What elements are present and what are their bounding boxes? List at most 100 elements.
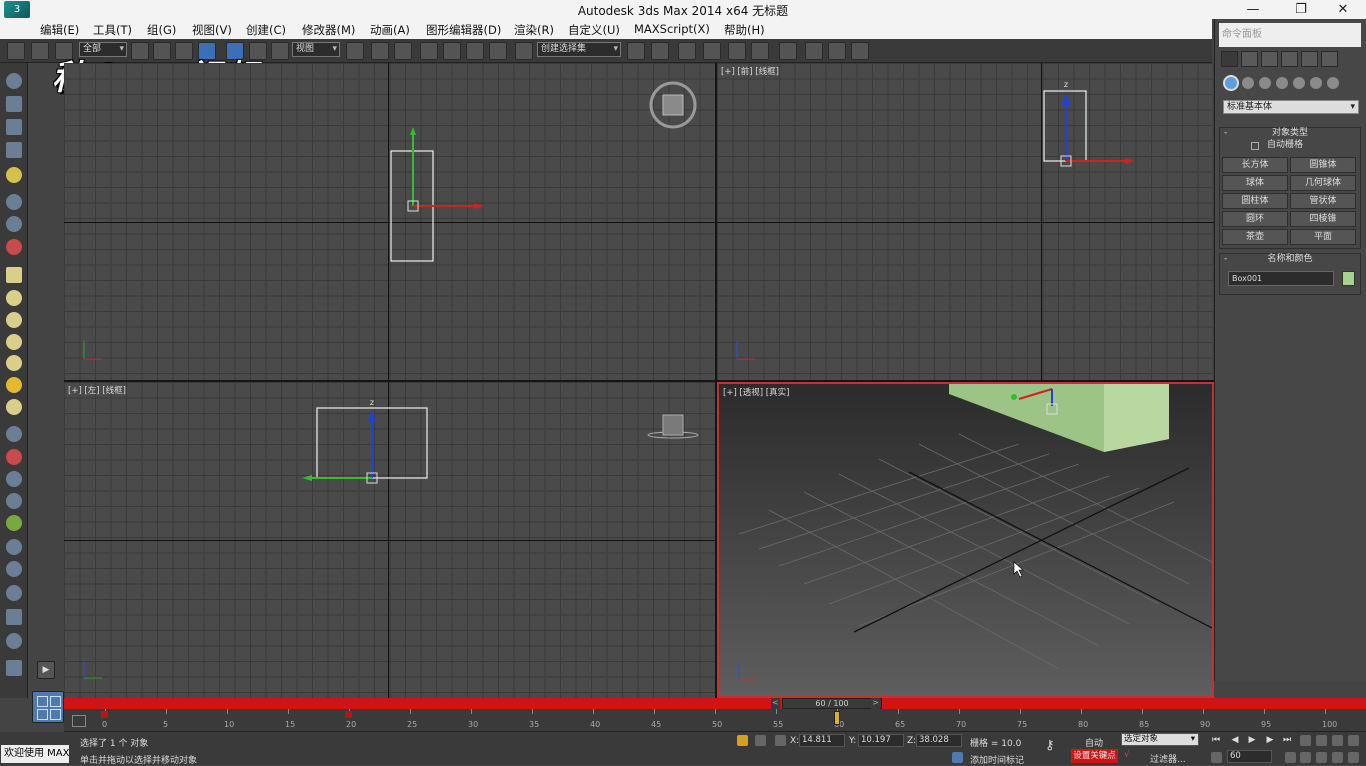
ribbon-tool-icon[interactable] <box>6 73 22 89</box>
maximize-viewport-icon[interactable] <box>1348 752 1359 763</box>
angle-snap-icon[interactable] <box>443 42 461 60</box>
next-frame-button[interactable]: > <box>871 698 880 709</box>
edit-named-selection-icon[interactable] <box>515 42 533 60</box>
sphere-button[interactable]: 球体 <box>1222 175 1288 191</box>
menu-group[interactable]: 组(G) <box>147 22 176 38</box>
create-tab-icon[interactable] <box>1221 51 1238 67</box>
menu-graph-editors[interactable]: 图形编辑器(D) <box>426 22 501 38</box>
torus-button[interactable]: 圆环 <box>1222 211 1288 227</box>
maximize-button[interactable]: ❐ <box>1278 0 1324 19</box>
keyboard-shortcut-icon[interactable] <box>394 42 412 60</box>
display-tab-icon[interactable] <box>1301 51 1318 67</box>
script-tool-icon[interactable] <box>6 660 22 676</box>
pan-view-icon[interactable] <box>1316 752 1327 763</box>
cone-button[interactable]: 圆锥体 <box>1290 157 1356 173</box>
object-name-field[interactable]: Box001 <box>1228 271 1334 286</box>
helpers-category-icon[interactable] <box>1293 77 1305 89</box>
environment-tool-icon[interactable] <box>6 585 22 601</box>
keyframe-marker[interactable] <box>101 711 108 718</box>
viewport-layout-icon[interactable] <box>32 691 64 723</box>
current-frame-marker[interactable] <box>834 711 840 725</box>
modify-tab-icon[interactable] <box>1241 51 1258 67</box>
rotate-tool-icon[interactable] <box>6 216 22 232</box>
zoom-extents-all-icon[interactable] <box>1348 735 1359 746</box>
autogrid-checkbox[interactable]: 自动栅格 <box>1220 139 1360 153</box>
crowd-tool-icon[interactable] <box>6 561 22 577</box>
track-bar[interactable]: 0510152025303540455055606570758085909510… <box>64 709 1366 732</box>
sun-tool-icon[interactable] <box>6 194 22 210</box>
material-editor-icon[interactable] <box>779 42 797 60</box>
omni-light-icon[interactable] <box>6 377 22 393</box>
time-configuration-icon[interactable] <box>1285 752 1296 763</box>
go-to-start-icon[interactable]: ⏮ <box>1210 734 1222 746</box>
select-scale-icon[interactable] <box>271 42 289 60</box>
cone-tool-icon[interactable] <box>6 290 22 306</box>
geometry-category-icon[interactable] <box>1225 77 1237 89</box>
zoom-icon[interactable] <box>1300 735 1311 746</box>
add-time-tag[interactable]: 添加时间标记 <box>970 753 1024 766</box>
current-frame-field[interactable]: 60 <box>1227 750 1272 763</box>
time-slider[interactable]: 60 / 100 <box>782 698 882 709</box>
zoom-extents-icon[interactable] <box>1332 735 1343 746</box>
zoom-all-icon[interactable] <box>1316 735 1327 746</box>
box-tool-icon[interactable] <box>6 267 22 283</box>
graphite-ribbon-icon[interactable] <box>703 42 721 60</box>
spacewarps-category-icon[interactable] <box>1310 77 1322 89</box>
pyramid-button[interactable]: 四棱锥 <box>1290 211 1356 227</box>
menu-rendering[interactable]: 渲染(R) <box>514 22 554 38</box>
key-filters-button[interactable]: 过滤器... <box>1150 752 1186 765</box>
keyframe-marker[interactable] <box>345 711 352 718</box>
named-selection-set-dropdown[interactable]: 创建选择集 ▾ <box>537 42 621 57</box>
schematic-view-icon[interactable] <box>751 42 769 60</box>
dynamics-tool-icon[interactable] <box>6 449 22 465</box>
minimize-button[interactable]: — <box>1230 0 1276 19</box>
menu-tools[interactable]: 工具(T) <box>93 22 132 38</box>
utilities-tab-icon[interactable] <box>1321 51 1338 67</box>
auto-key-button[interactable]: 自动 <box>1085 736 1103 749</box>
viewport-front[interactable]: [+] [前] [线框] z <box>717 63 1214 380</box>
time-slider-bar[interactable]: < 60 / 100 > <box>64 698 1366 709</box>
viewport-left[interactable]: [+] [左] [线框] z <box>64 382 715 698</box>
scene-explorer-icon[interactable] <box>6 119 22 135</box>
mini-curve-editor-icon[interactable] <box>72 715 86 727</box>
close-button[interactable]: ✕ <box>1320 0 1366 19</box>
light-tool-icon[interactable] <box>6 167 22 183</box>
particles-tool-icon[interactable] <box>6 426 22 442</box>
tube-button[interactable]: 管状体 <box>1290 193 1356 209</box>
percent-snap-icon[interactable] <box>466 42 484 60</box>
layer-manager-icon[interactable] <box>678 42 696 60</box>
biped-tool-icon[interactable] <box>6 539 22 555</box>
primitive-type-dropdown[interactable]: 标准基本体 ▾ <box>1223 100 1359 114</box>
menu-modifiers[interactable]: 修改器(M) <box>302 22 355 38</box>
object-color-swatch[interactable] <box>1342 271 1355 286</box>
reference-coordinate-dropdown[interactable]: 视图 ▾ <box>292 42 340 57</box>
menu-help[interactable]: 帮助(H) <box>724 22 765 38</box>
teapot-button[interactable]: 茶壶 <box>1222 229 1288 245</box>
motion-tab-icon[interactable] <box>1281 51 1298 67</box>
shapes-category-icon[interactable] <box>1242 77 1254 89</box>
torus-tool-icon[interactable] <box>6 399 22 415</box>
snaps-toggle-icon[interactable] <box>420 42 438 60</box>
transform-type-in-icon[interactable] <box>775 735 786 746</box>
menu-edit[interactable]: 编辑(E) <box>40 22 79 38</box>
x-coordinate-field[interactable]: 14.811 <box>799 734 845 747</box>
viewport-perspective[interactable]: [+] [透视] [真实] <box>717 382 1214 698</box>
cloth-tool-icon[interactable] <box>6 471 22 487</box>
camera-tool-icon[interactable] <box>6 239 22 255</box>
curve-editor-icon[interactable] <box>728 42 746 60</box>
object-type-header[interactable]: - 对象类型 <box>1220 128 1360 139</box>
isolate-selection-icon[interactable] <box>737 735 748 746</box>
cylinder-button[interactable]: 圆柱体 <box>1222 193 1288 209</box>
unlink-icon[interactable] <box>31 42 49 60</box>
previous-frame-icon[interactable]: ◀ <box>1229 734 1241 746</box>
mirror-icon[interactable] <box>627 42 645 60</box>
link-icon[interactable] <box>7 42 25 60</box>
orbit-icon[interactable] <box>1332 752 1343 763</box>
menu-create[interactable]: 创建(C) <box>246 22 286 38</box>
systems-category-icon[interactable] <box>1327 77 1339 89</box>
z-coordinate-field[interactable]: 38.028 <box>916 734 962 747</box>
menu-animation[interactable]: 动画(A) <box>370 22 410 38</box>
set-key-button[interactable]: 设置关键点 <box>1071 749 1118 763</box>
lights-category-icon[interactable] <box>1259 77 1271 89</box>
cameras-category-icon[interactable] <box>1276 77 1288 89</box>
